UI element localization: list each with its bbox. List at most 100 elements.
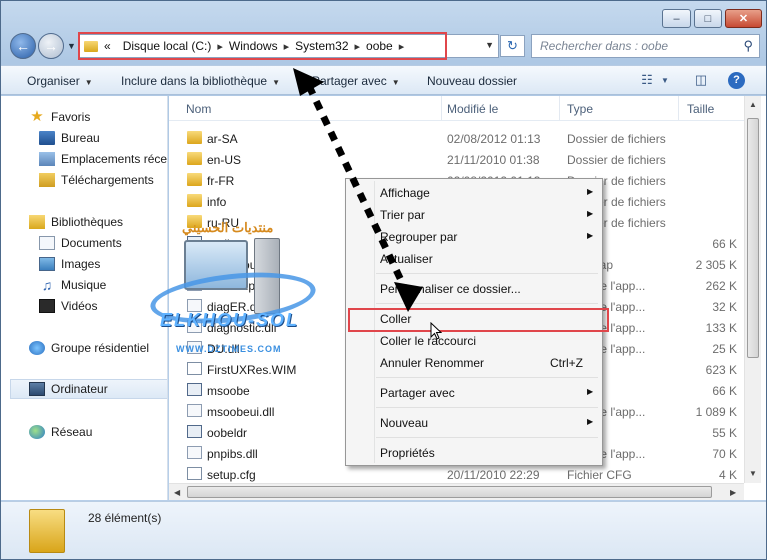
menu-item-refresh[interactable]: Actualiser xyxy=(348,248,600,270)
help-icon[interactable]: ? xyxy=(728,72,745,89)
chevron-right-icon[interactable]: ▸ xyxy=(355,40,361,53)
chevron-right-icon[interactable]: ▸ xyxy=(284,40,290,53)
dll-file-icon xyxy=(187,341,202,354)
organize-label: Organiser xyxy=(27,74,80,88)
include-library-button[interactable]: Inclure dans la bibliothèque ▼ xyxy=(121,74,280,88)
sidebar-item-images[interactable]: Images xyxy=(1,254,167,274)
scroll-thumb[interactable] xyxy=(747,118,759,358)
sidebar-label: Vidéos xyxy=(61,299,98,313)
sidebar-item-downloads[interactable]: Téléchargements xyxy=(1,170,167,190)
recent-places-icon xyxy=(39,152,55,166)
scroll-down-icon[interactable]: ▼ xyxy=(749,469,757,478)
sidebar-item-recent-places[interactable]: Emplacements récents xyxy=(1,149,167,169)
column-size[interactable]: Taille xyxy=(687,102,714,116)
dll-file-icon xyxy=(187,278,202,291)
images-icon xyxy=(39,257,55,271)
sidebar-item-documents[interactable]: Documents xyxy=(1,233,167,253)
scroll-left-icon[interactable]: ◀ xyxy=(174,488,180,497)
maximize-button[interactable]: □ xyxy=(694,9,722,28)
menu-separator xyxy=(376,273,598,274)
submenu-arrow-icon: ▶ xyxy=(587,187,594,196)
menu-label: Annuler Renommer xyxy=(380,356,485,370)
file-size: 25 K xyxy=(712,342,737,356)
column-divider[interactable] xyxy=(678,96,679,120)
close-button[interactable]: ✕ xyxy=(725,9,762,28)
crumb-system32[interactable]: System32 xyxy=(295,39,348,53)
chevron-down-icon[interactable]: ▼ xyxy=(485,40,494,50)
vertical-scrollbar[interactable]: ▲ ▼ xyxy=(744,96,761,483)
application-icon xyxy=(187,236,202,249)
file-size: 66 K xyxy=(712,237,737,251)
folder-icon xyxy=(187,194,202,207)
column-divider[interactable] xyxy=(441,96,442,120)
menu-item-group-by[interactable]: Regrouper par ▶ xyxy=(348,226,600,248)
menu-label: Coller le raccourci xyxy=(380,334,477,348)
menu-item-view[interactable]: Affichage ▶ xyxy=(348,182,600,204)
back-button[interactable]: ← xyxy=(10,33,36,59)
recent-pages-dropdown[interactable]: ▼ xyxy=(67,41,76,51)
sidebar-item-desktop[interactable]: Bureau xyxy=(1,128,167,148)
network-icon xyxy=(29,425,45,439)
forward-button[interactable]: → xyxy=(38,33,64,59)
sidebar-label: Musique xyxy=(61,278,107,292)
menu-item-paste-shortcut[interactable]: Coller le raccourci xyxy=(348,330,600,352)
sidebar-label: Ordinateur xyxy=(51,382,108,396)
menu-separator xyxy=(376,377,598,378)
file-type: Dossier de fichiers xyxy=(567,153,666,167)
menu-item-customize-folder[interactable]: Personnaliser ce dossier... xyxy=(348,278,600,300)
scroll-thumb[interactable] xyxy=(187,486,712,498)
column-divider[interactable] xyxy=(559,96,560,120)
file-row[interactable]: ar-SA 02/08/2012 01:13 Dossier de fichiers xyxy=(169,128,744,149)
address-prefix[interactable]: « xyxy=(104,39,111,53)
submenu-arrow-icon: ▶ xyxy=(587,209,594,218)
menu-item-paste[interactable]: Coller xyxy=(348,308,600,330)
sidebar-item-computer[interactable]: Ordinateur xyxy=(10,379,167,399)
scroll-right-icon[interactable]: ▶ xyxy=(730,488,736,497)
file-row[interactable]: setup.cfg 20/11/2010 22:29 Fichier CFG 4 K xyxy=(169,464,744,485)
sidebar-item-music[interactable]: ♫ Musique xyxy=(1,275,167,295)
minimize-button[interactable]: – xyxy=(662,9,691,28)
desktop-icon xyxy=(39,131,55,145)
menu-item-properties[interactable]: Propriétés xyxy=(348,442,600,464)
menu-item-sort-by[interactable]: Trier par ▶ xyxy=(348,204,600,226)
scroll-up-icon[interactable]: ▲ xyxy=(749,100,757,109)
file-name: en-US xyxy=(207,153,242,167)
file-type: Fichier CFG xyxy=(567,468,632,482)
menu-item-share-with[interactable]: Partager avec ▶ xyxy=(348,382,600,404)
organize-button[interactable]: Organiser ▼ xyxy=(27,74,93,88)
sidebar-item-favorites[interactable]: ★ Favoris xyxy=(1,107,167,127)
chevron-right-icon[interactable]: ▸ xyxy=(399,40,405,53)
crumb-local-disk[interactable]: Disque local (C:) xyxy=(123,39,212,53)
menu-item-undo-rename[interactable]: Annuler Renommer Ctrl+Z xyxy=(348,352,600,374)
file-row[interactable]: en-US 21/11/2010 01:38 Dossier de fichiers xyxy=(169,149,744,170)
menu-item-new[interactable]: Nouveau ▶ xyxy=(348,412,600,434)
refresh-button[interactable]: ↻ xyxy=(500,35,525,57)
column-modified[interactable]: Modifié le xyxy=(447,102,498,116)
sidebar-item-libraries[interactable]: Bibliothèques xyxy=(1,212,167,232)
new-folder-button[interactable]: Nouveau dossier xyxy=(427,74,517,88)
folder-icon xyxy=(187,131,202,144)
search-icon[interactable]: ⚲ xyxy=(743,38,753,54)
sidebar-label: Réseau xyxy=(51,425,93,439)
preview-pane-icon[interactable]: ◫ xyxy=(692,72,710,88)
chevron-right-icon[interactable]: ▸ xyxy=(217,40,223,53)
crumb-windows[interactable]: Windows xyxy=(229,39,278,53)
submenu-arrow-icon: ▶ xyxy=(587,387,594,396)
file-date: 21/11/2010 01:38 xyxy=(447,153,540,167)
view-options-icon[interactable]: ☷ xyxy=(638,72,656,88)
search-placeholder: Rechercher dans : oobe xyxy=(540,39,669,53)
share-with-button[interactable]: Partager avec ▼ xyxy=(312,74,400,88)
crumb-oobe[interactable]: oobe xyxy=(366,39,393,53)
file-type: Dossier de fichiers xyxy=(567,132,666,146)
file-name: msoobeui.dll xyxy=(207,405,275,419)
address-bar[interactable]: « Disque local (C:) ▸ Windows ▸ System32… xyxy=(79,34,499,58)
chevron-down-icon[interactable]: ▼ xyxy=(656,76,674,92)
column-name[interactable]: Nom xyxy=(186,102,211,116)
horizontal-scrollbar[interactable]: ◀ ▶ xyxy=(169,483,744,500)
sidebar-item-network[interactable]: Réseau xyxy=(1,422,167,442)
wim-file-icon xyxy=(187,362,202,375)
column-type[interactable]: Type xyxy=(567,102,593,116)
search-input[interactable]: Rechercher dans : oobe ⚲ xyxy=(531,34,760,58)
sidebar-item-videos[interactable]: Vidéos xyxy=(1,296,167,316)
sidebar-item-homegroup[interactable]: Groupe résidentiel xyxy=(1,338,167,358)
